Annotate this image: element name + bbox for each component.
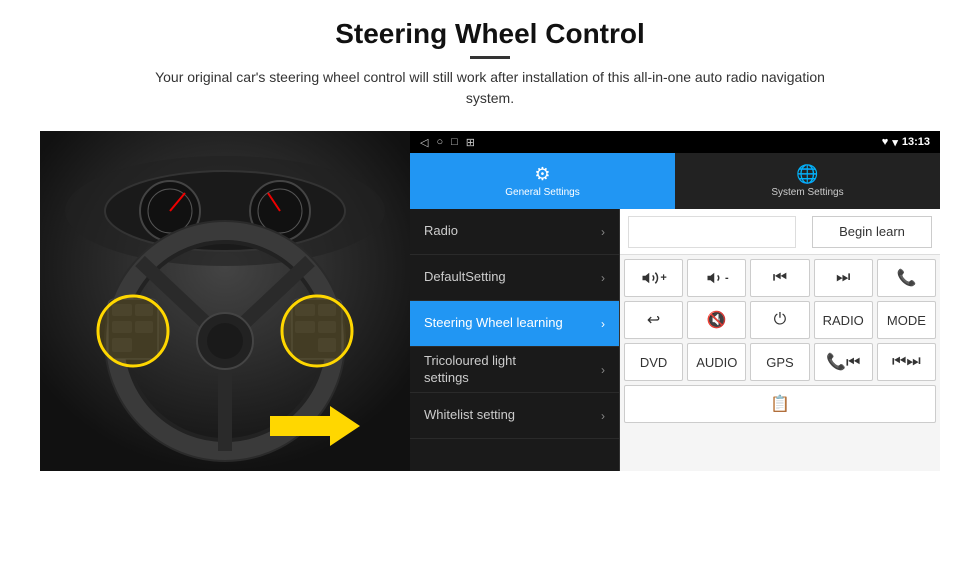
nav-icons: ◁ ○ □ ⊞ xyxy=(420,136,475,149)
android-ui: ◁ ○ □ ⊞ ♥ ▾ 13:13 ⚙ General Settings xyxy=(410,131,940,471)
steering-wheel-image xyxy=(40,131,410,471)
chevron-right-icon: › xyxy=(601,363,605,377)
signal-icon: ▾ xyxy=(892,136,898,149)
call-answer-button[interactable]: ↩ xyxy=(624,301,683,339)
menu-default-label: DefaultSetting xyxy=(424,269,601,286)
volume-up-button[interactable]: + xyxy=(624,259,683,297)
menu-item-radio[interactable]: Radio › xyxy=(410,209,619,255)
menu-radio-label: Radio xyxy=(424,223,601,240)
menu-item-tricoloured[interactable]: Tricoloured lightsettings › xyxy=(410,347,619,393)
right-panel: Begin learn xyxy=(620,209,940,471)
status-right: ♥ ▾ 13:13 xyxy=(882,136,930,149)
recent-icon[interactable]: □ xyxy=(451,136,458,148)
page-container: Steering Wheel Control Your original car… xyxy=(0,0,980,564)
chevron-right-icon: › xyxy=(601,225,605,239)
general-settings-icon: ⚙ xyxy=(534,164,550,185)
phone-prev-button[interactable]: 📞⏮ xyxy=(814,343,873,381)
tab-system-label: System Settings xyxy=(771,187,843,198)
next-track-button[interactable]: ⏭ xyxy=(814,259,873,297)
menu-item-whitelist[interactable]: Whitelist setting › xyxy=(410,393,619,439)
volume-down-button[interactable]: - xyxy=(687,259,746,297)
mode-button[interactable]: MODE xyxy=(877,301,936,339)
system-settings-icon: 🌐 xyxy=(796,164,818,185)
title-divider xyxy=(470,56,510,59)
tab-general-label: General Settings xyxy=(505,187,580,198)
mute-button[interactable]: 🔇 xyxy=(687,301,746,339)
menu-icon[interactable]: ⊞ xyxy=(466,136,475,149)
menu-item-default[interactable]: DefaultSetting › xyxy=(410,255,619,301)
tab-bar: ⚙ General Settings 🌐 System Settings xyxy=(410,153,940,209)
status-bar: ◁ ○ □ ⊞ ♥ ▾ 13:13 xyxy=(410,131,940,153)
menu-whitelist-label: Whitelist setting xyxy=(424,407,601,424)
gps-button[interactable]: GPS xyxy=(750,343,809,381)
controls-row-2: ↩ 🔇 ⏻ RADIO MODE xyxy=(624,301,936,339)
page-title: Steering Wheel Control xyxy=(140,18,840,50)
content-area: ◁ ○ □ ⊞ ♥ ▾ 13:13 ⚙ General Settings xyxy=(40,131,940,471)
prev-track-button[interactable]: ⏮ xyxy=(750,259,809,297)
chevron-right-icon: › xyxy=(601,409,605,423)
location-icon: ♥ xyxy=(882,136,889,148)
controls-row-3: DVD AUDIO GPS 📞⏮ ⏮⏭ xyxy=(624,343,936,381)
left-menu: Radio › DefaultSetting › Steering Wheel … xyxy=(410,209,620,471)
radio-input-field xyxy=(628,216,796,248)
chevron-right-icon: › xyxy=(601,271,605,285)
title-section: Steering Wheel Control Your original car… xyxy=(140,18,840,123)
time-display: 13:13 xyxy=(902,136,930,148)
menu-tricoloured-label: Tricoloured lightsettings xyxy=(424,353,601,387)
controls-row-4: 📋 xyxy=(624,385,936,423)
home-icon[interactable]: ○ xyxy=(436,136,443,148)
chevron-right-icon: › xyxy=(601,317,605,331)
skip-button[interactable]: ⏮⏭ xyxy=(877,343,936,381)
audio-button[interactable]: AUDIO xyxy=(687,343,746,381)
dvd-button[interactable]: DVD xyxy=(624,343,683,381)
tab-system[interactable]: 🌐 System Settings xyxy=(675,153,940,209)
controls-grid: + - ⏮ ⏭ 📞 xyxy=(620,255,940,471)
begin-learn-button[interactable]: Begin learn xyxy=(812,216,932,248)
phone-button[interactable]: 📞 xyxy=(877,259,936,297)
menu-item-steering[interactable]: Steering Wheel learning › xyxy=(410,301,619,347)
controls-row-1: + - ⏮ ⏭ 📞 xyxy=(624,259,936,297)
power-button[interactable]: ⏻ xyxy=(750,301,809,339)
back-icon[interactable]: ◁ xyxy=(420,136,428,149)
main-content: Radio › DefaultSetting › Steering Wheel … xyxy=(410,209,940,471)
tab-general[interactable]: ⚙ General Settings xyxy=(410,153,675,209)
menu-steering-label: Steering Wheel learning xyxy=(424,315,601,332)
radio-row: Begin learn xyxy=(620,209,940,255)
subtitle: Your original car's steering wheel contr… xyxy=(140,67,840,109)
radio-button[interactable]: RADIO xyxy=(814,301,873,339)
list-button[interactable]: 📋 xyxy=(624,385,936,423)
